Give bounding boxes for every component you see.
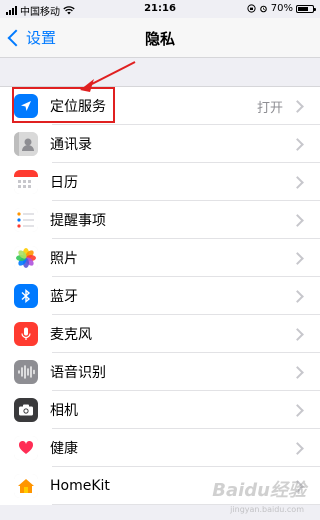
bluetooth-icon [14,284,38,308]
health-icon [14,436,38,460]
watermark-url: jingyan.baidu.com [230,505,304,514]
orientation-lock-icon [247,4,256,13]
navigation-bar: 设置 隐私 [0,18,320,58]
chevron-right-icon [291,289,304,303]
contacts-icon [14,132,38,156]
status-right: 70% [247,3,316,14]
list-item-label: 健康 [50,441,78,457]
microphone-icon [14,322,38,346]
list-item[interactable]: 照片 [0,239,320,277]
speech-recognition-icon [14,360,38,384]
chevron-right-icon [291,251,304,265]
page-title: 隐私 [144,30,175,48]
list-item[interactable]: 日历 [0,163,320,201]
list-item[interactable]: 语音识别 [0,353,320,391]
reminders-icon [14,208,38,232]
list-item[interactable]: 健康 [0,429,320,467]
watermark: Baidu经验 [212,480,306,501]
alarm-icon [259,5,267,13]
chevron-right-icon [291,403,304,417]
list-item[interactable]: 麦克风 [0,315,320,353]
list-item[interactable]: 通讯录 [0,125,320,163]
chevron-right-icon [291,365,304,379]
chevron-right-icon [291,441,304,455]
chevron-right-icon [291,213,304,227]
list-item-value: 打开 [256,100,283,116]
status-bar: 中国移动 21:16 70% [0,0,320,18]
photos-icon [14,246,38,270]
chevron-right-icon [291,137,304,151]
list-item-label: 蓝牙 [50,289,78,305]
privacy-list: 定位服务 打开 通讯录 日历 提醒事项 照片 蓝牙 麦克风 语音识别 相机 健康 HomeKit [0,86,320,505]
list-item[interactable]: 蓝牙 [0,277,320,315]
list-item[interactable]: 相机 [0,391,320,429]
chevron-right-icon [291,327,304,341]
list-item-label: 麦克风 [50,327,92,343]
homekit-icon [14,474,38,498]
chevron-right-icon [291,99,304,113]
list-item-label: 日历 [50,175,78,191]
list-item-label: 语音识别 [50,365,106,381]
battery-percent: 70% [270,3,293,14]
camera-icon [14,398,38,422]
list-item[interactable]: 提醒事项 [0,201,320,239]
chevron-right-icon [291,175,304,189]
list-item-label: 照片 [50,251,78,267]
battery-icon [296,4,316,13]
annotation-highlight-box [12,87,115,123]
list-item-label: 提醒事项 [50,213,106,229]
list-item-label: 相机 [50,403,78,419]
battery-fill [298,6,308,11]
calendar-icon [14,170,38,194]
list-item-label: 通讯录 [50,137,92,153]
